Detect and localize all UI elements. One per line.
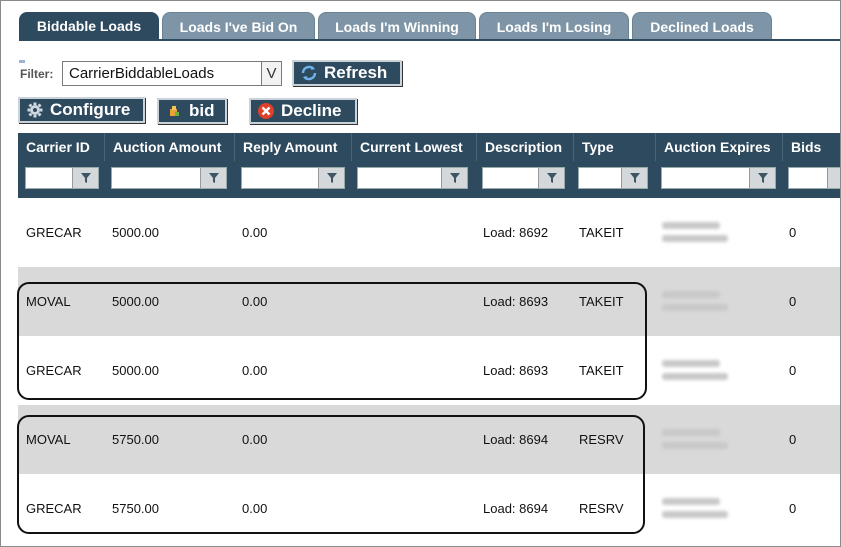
- table-row[interactable]: GRECAR 5000.00 0.00 Load: 8692 TAKEIT 0: [18, 198, 840, 267]
- funnel-icon[interactable]: [441, 168, 467, 188]
- funnel-icon[interactable]: [538, 168, 564, 188]
- cell-carrier-id: GRECAR: [26, 363, 82, 378]
- tab-biddable-loads[interactable]: Biddable Loads: [19, 12, 159, 40]
- refresh-button-label: Refresh: [324, 63, 388, 82]
- funnel-icon[interactable]: [318, 168, 344, 188]
- cell-description: Load: 8692: [483, 225, 549, 240]
- selection-marker: [19, 60, 25, 63]
- cell-description: Load: 8693: [483, 294, 549, 309]
- tab-underline: [19, 39, 840, 41]
- funnel-icon[interactable]: [749, 168, 775, 188]
- filter-input-bids[interactable]: [788, 167, 840, 189]
- cell-auction-amount: 5750.00: [112, 501, 159, 516]
- decline-button[interactable]: Decline: [249, 98, 357, 124]
- window-frame: Biddable Loads Loads I've Bid On Loads I…: [0, 0, 841, 547]
- cell-reply-amount: 0.00: [242, 363, 268, 378]
- filter-input-type[interactable]: [578, 167, 648, 189]
- column-header-reply-amount[interactable]: Reply Amount: [235, 133, 351, 161]
- column-header-auction-expires[interactable]: Auction Expires: [656, 133, 782, 161]
- funnel-icon[interactable]: [72, 168, 98, 188]
- cell-type: TAKEIT: [579, 363, 624, 378]
- grid-header: Carrier ID Auction Amount Reply Amount C…: [18, 133, 840, 198]
- column-header-bids[interactable]: Bids: [783, 133, 840, 161]
- tab-loads-bid-on[interactable]: Loads I've Bid On: [162, 12, 315, 40]
- cell-auction-expires-redacted: [662, 419, 732, 459]
- configure-button[interactable]: Configure: [18, 97, 145, 123]
- column-header-auction-amount[interactable]: Auction Amount: [105, 133, 234, 161]
- column-header-current-lowest[interactable]: Current Lowest: [352, 133, 476, 161]
- cell-carrier-id: GRECAR: [26, 501, 82, 516]
- cell-carrier-id: MOVAL: [26, 432, 71, 447]
- cell-auction-amount: 5000.00: [112, 363, 159, 378]
- cell-reply-amount: 0.00: [242, 432, 268, 447]
- cell-auction-amount: 5000.00: [112, 225, 159, 240]
- cell-auction-amount: 5000.00: [112, 294, 159, 309]
- table-row[interactable]: MOVAL 5750.00 0.00 Load: 8694 RESRV 0: [18, 405, 840, 474]
- filter-input-auction-expires[interactable]: [661, 167, 776, 189]
- cell-reply-amount: 0.00: [242, 225, 268, 240]
- filter-input-carrier-id[interactable]: [25, 167, 99, 189]
- cell-description: Load: 8694: [483, 501, 549, 516]
- cell-carrier-id: GRECAR: [26, 225, 82, 240]
- cell-reply-amount: 0.00: [242, 501, 268, 516]
- funnel-icon[interactable]: [621, 168, 647, 188]
- cell-bids: 0: [789, 501, 797, 516]
- filter-input-auction-amount[interactable]: [111, 167, 227, 189]
- chevron-down-icon[interactable]: V: [261, 62, 281, 85]
- cell-description: Load: 8694: [483, 432, 549, 447]
- table-row[interactable]: MOVAL 5000.00 0.00 Load: 8693 TAKEIT 0: [18, 267, 840, 336]
- cell-bids: 0: [789, 432, 797, 447]
- decline-icon: [255, 102, 277, 120]
- cell-auction-expires-redacted: [662, 212, 732, 252]
- cell-description: Load: 8693: [483, 363, 549, 378]
- tab-loads-losing[interactable]: Loads I'm Losing: [479, 12, 629, 40]
- bid-icon: [163, 103, 185, 119]
- tab-bar: Biddable Loads Loads I've Bid On Loads I…: [19, 12, 772, 40]
- cell-type: RESRV: [579, 432, 624, 447]
- filter-input-description[interactable]: [482, 167, 565, 189]
- filter-select-value: CarrierBiddableLoads: [69, 65, 215, 82]
- column-header-description[interactable]: Description: [477, 133, 573, 161]
- decline-button-label: Decline: [281, 101, 342, 120]
- cell-carrier-id: MOVAL: [26, 294, 71, 309]
- cell-auction-amount: 5750.00: [112, 432, 159, 447]
- filter-select[interactable]: CarrierBiddableLoads V: [62, 61, 282, 86]
- configure-button-label: Configure: [50, 100, 131, 119]
- cell-auction-expires-redacted: [662, 350, 732, 390]
- filter-input-reply-amount[interactable]: [241, 167, 345, 189]
- cell-type: RESRV: [579, 501, 624, 516]
- bid-button-label: bid: [189, 101, 215, 120]
- funnel-icon[interactable]: [200, 168, 226, 188]
- table-row[interactable]: GRECAR 5000.00 0.00 Load: 8693 TAKEIT 0: [18, 336, 840, 405]
- filter-input-current-lowest[interactable]: [357, 167, 468, 189]
- table-row[interactable]: GRECAR 5750.00 0.00 Load: 8694 RESRV 0: [18, 474, 840, 543]
- filter-label: Filter:: [20, 67, 54, 81]
- cell-auction-expires-redacted: [662, 281, 732, 321]
- gear-icon: [24, 102, 46, 118]
- cell-type: TAKEIT: [579, 294, 624, 309]
- refresh-icon: [298, 64, 320, 82]
- column-header-type[interactable]: Type: [574, 133, 655, 161]
- bid-button[interactable]: bid: [157, 98, 227, 124]
- cell-auction-expires-redacted: [662, 488, 732, 528]
- cell-reply-amount: 0.00: [242, 294, 268, 309]
- tab-declined-loads[interactable]: Declined Loads: [632, 12, 772, 40]
- funnel-icon[interactable]: [827, 168, 840, 188]
- column-header-carrier-id[interactable]: Carrier ID: [18, 133, 104, 161]
- cell-bids: 0: [789, 225, 797, 240]
- cell-bids: 0: [789, 294, 797, 309]
- tab-loads-winning[interactable]: Loads I'm Winning: [318, 12, 476, 40]
- refresh-button[interactable]: Refresh: [292, 60, 402, 86]
- cell-type: TAKEIT: [579, 225, 624, 240]
- cell-bids: 0: [789, 363, 797, 378]
